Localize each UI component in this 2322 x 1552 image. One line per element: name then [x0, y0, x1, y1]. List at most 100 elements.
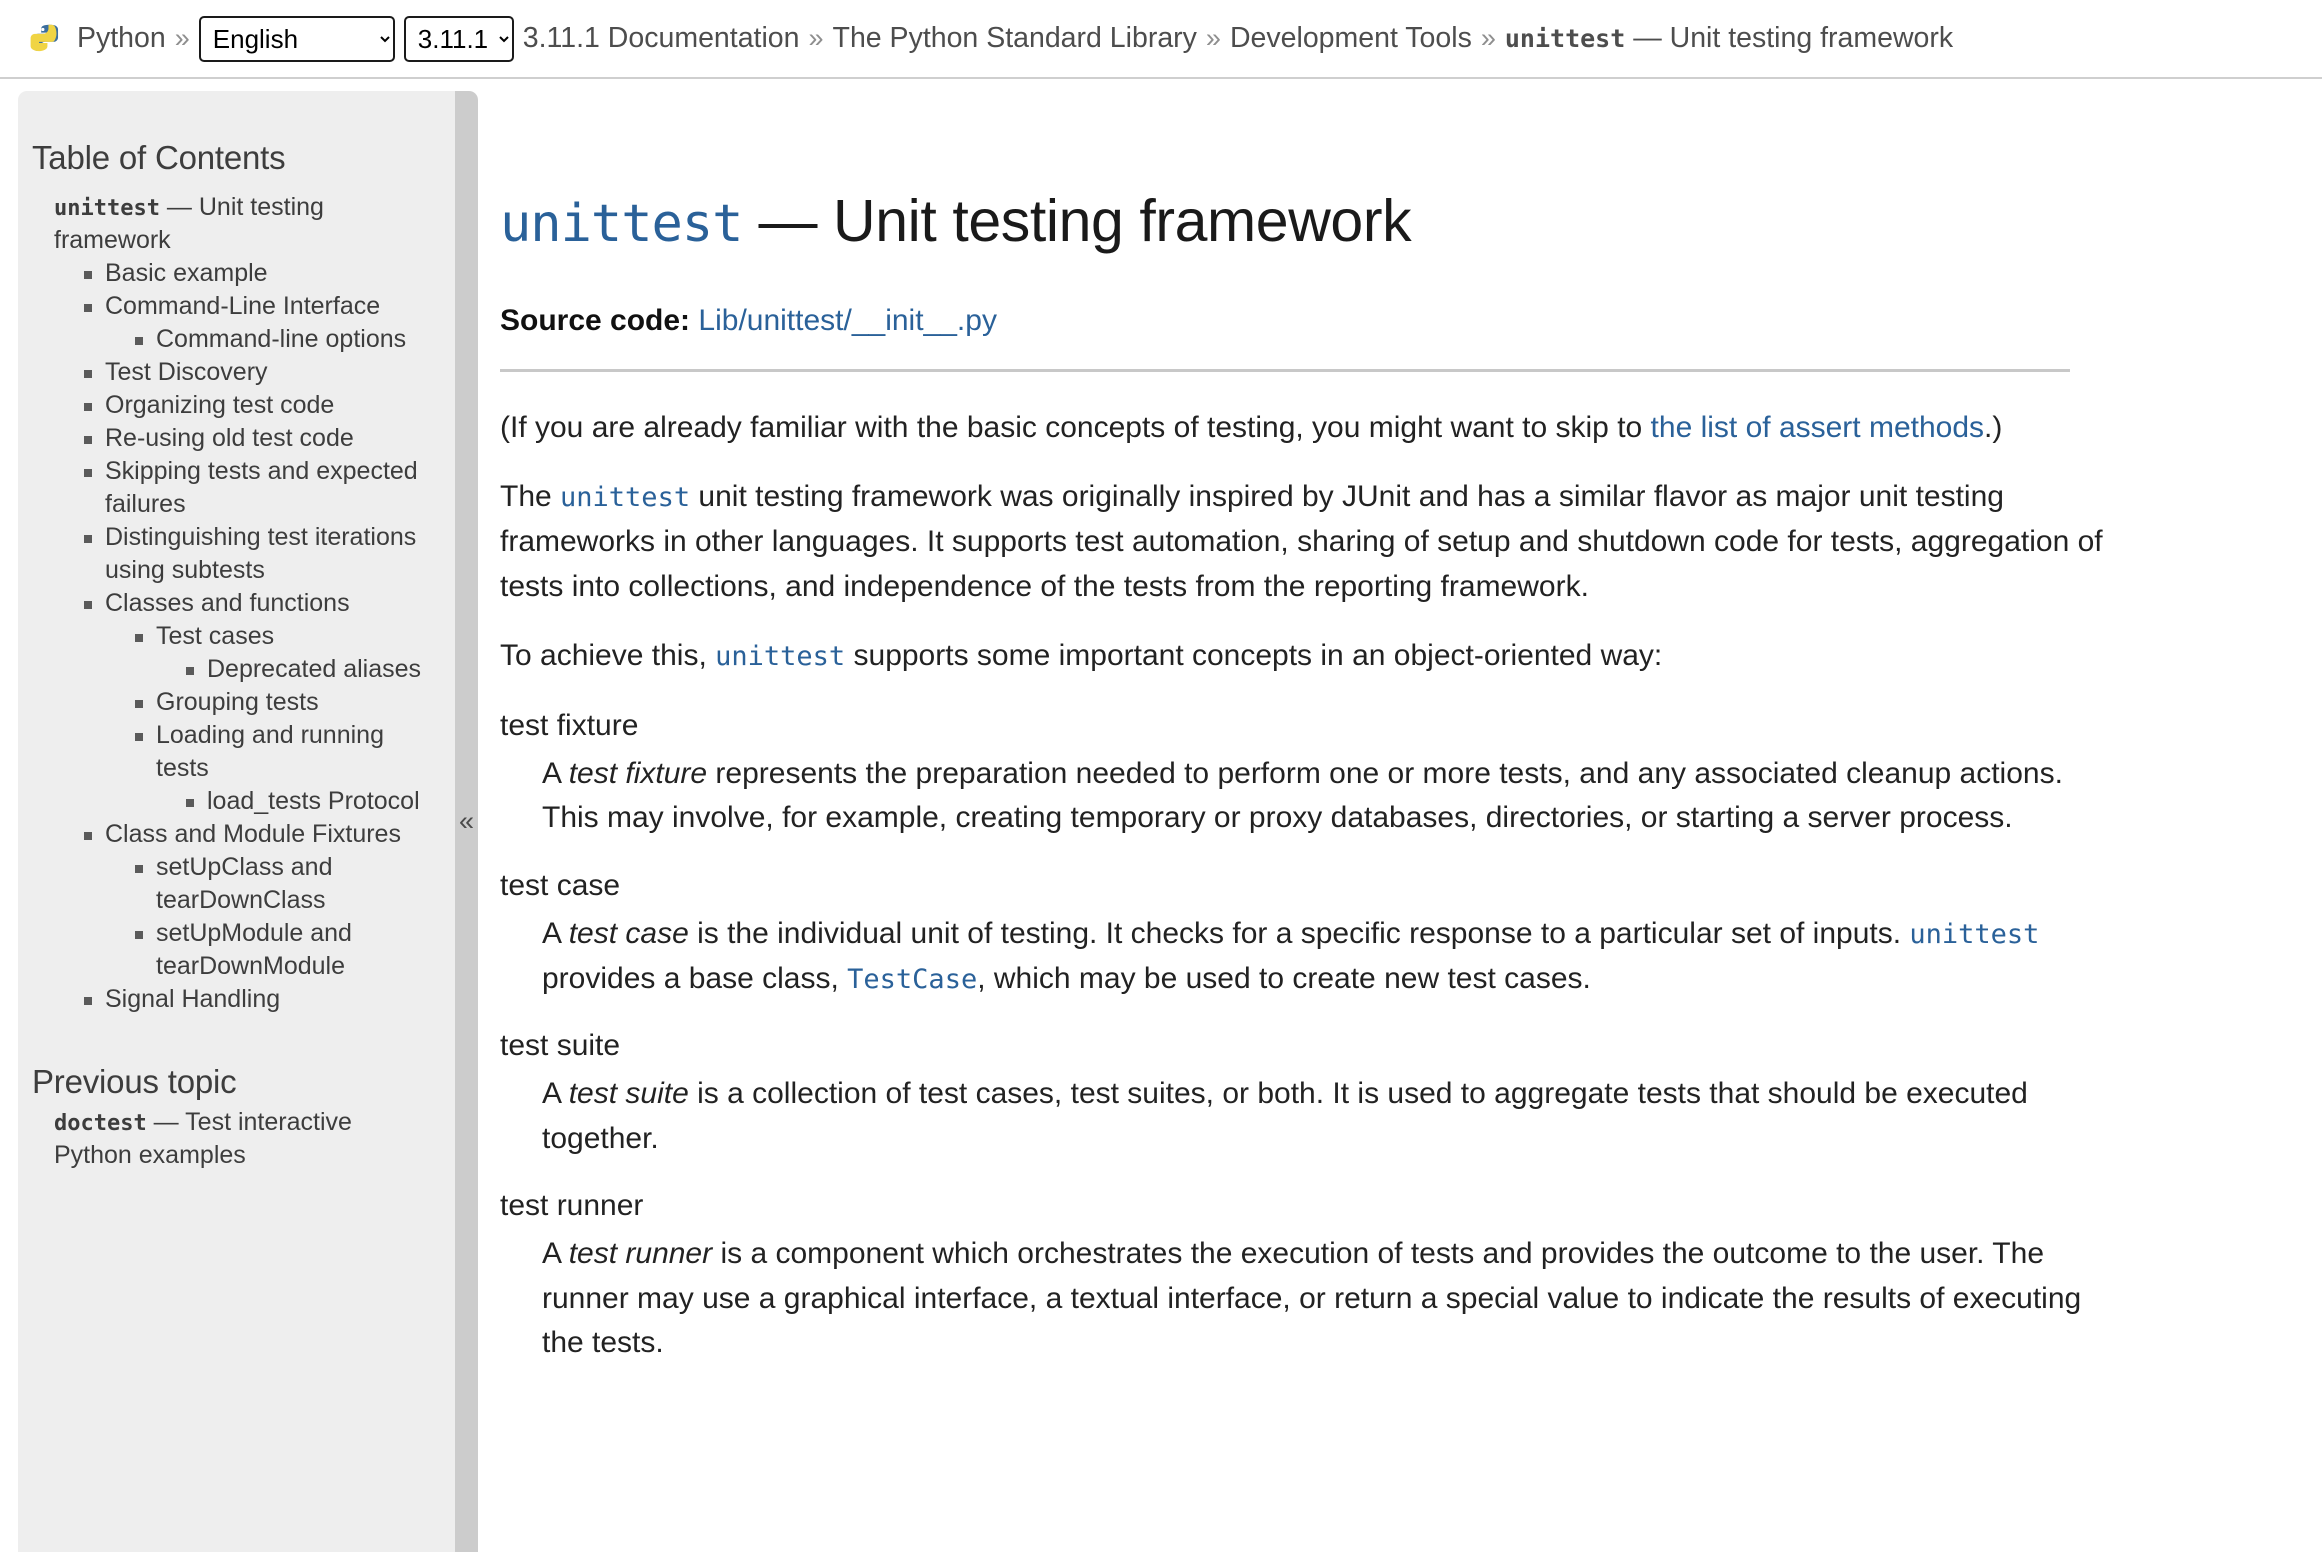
toc-link-skipping-tests[interactable]: Skipping tests and expected failures	[105, 457, 418, 518]
toc-root-code: unittest	[54, 196, 160, 221]
intro-text-before: (If you are already familiar with the ba…	[500, 410, 1651, 444]
version-select[interactable]: 3.11.1	[403, 15, 514, 62]
unittest-code-ref[interactable]: unittest	[1909, 919, 2039, 950]
breadcrumb-current-page: unittest — Unit testing framework	[1505, 22, 1953, 55]
list-item[interactable]: Grouping tests	[133, 686, 435, 719]
sidebar-column: Table of Contents unittest — Unit testin…	[0, 79, 478, 1552]
toc-link-test-cases[interactable]: Test cases	[156, 622, 274, 650]
intro-text-after: .)	[1984, 410, 2003, 444]
previous-topic-link[interactable]: doctest — Test interactive Python exampl…	[54, 1108, 352, 1169]
source-code-label: Source code:	[500, 303, 691, 337]
para2-part2: unit testing framework was originally in…	[500, 480, 2103, 603]
toc-level3-list: Deprecated aliases	[156, 653, 435, 686]
toc-root-item[interactable]: unittest — Unit testing framework Basic …	[54, 191, 435, 1016]
toc-link-setupclass-teardownclass[interactable]: setUpClass and tearDownClass	[156, 853, 332, 914]
toc-list: unittest — Unit testing framework Basic …	[32, 191, 435, 1016]
sidebar-collapse-handle[interactable]: «	[455, 91, 478, 1552]
toc-link-setupmodule-teardownmodule[interactable]: setUpModule and tearDownModule	[156, 919, 352, 980]
previous-topic-body: doctest — Test interactive Python exampl…	[32, 1106, 435, 1172]
def2-b: is a collection of test cases, test suit…	[542, 1076, 2028, 1155]
toc-link-signal-handling[interactable]: Signal Handling	[105, 985, 280, 1013]
toc-level2-list: Command-line options	[105, 323, 435, 356]
list-item[interactable]: Command-line options	[133, 323, 435, 356]
list-item[interactable]: Re-using old test code	[82, 422, 435, 455]
toc-link-command-line-options[interactable]: Command-line options	[156, 325, 406, 353]
glossary-term-test-runner: test runner	[500, 1189, 644, 1223]
toc-level1-list: Basic example Command-Line Interface Com…	[54, 257, 435, 1016]
toc-link-basic-example[interactable]: Basic example	[105, 259, 268, 287]
list-item[interactable]: setUpClass and tearDownClass	[133, 851, 435, 917]
breadcrumb-stdlib-link[interactable]: The Python Standard Library	[833, 22, 1197, 55]
source-code-line: Source code: Lib/unittest/__init__.py	[500, 299, 2125, 344]
toc-root-link[interactable]: unittest — Unit testing framework	[54, 193, 324, 254]
toc-link-test-discovery[interactable]: Test Discovery	[105, 358, 268, 386]
page-body: Table of Contents unittest — Unit testin…	[0, 79, 2322, 1552]
toc-link-class-and-module-fixtures[interactable]: Class and Module Fixtures	[105, 820, 401, 848]
def0-a: A	[542, 756, 569, 790]
toc-link-organizing-test-code[interactable]: Organizing test code	[105, 391, 334, 419]
list-item[interactable]: Skipping tests and expected failures	[82, 455, 435, 521]
toc-link-load-tests-protocol[interactable]: load_tests Protocol	[207, 787, 420, 815]
list-item[interactable]: Signal Handling	[82, 983, 435, 1016]
list-item[interactable]: setUpModule and tearDownModule	[133, 917, 435, 983]
list-item[interactable]: Distinguishing test iterations using sub…	[82, 521, 435, 587]
toc-link-reusing-old-test-code[interactable]: Re-using old test code	[105, 424, 354, 452]
list-item[interactable]: Command-Line Interface Command-line opti…	[82, 290, 435, 356]
toc-link-distinguishing-subtests[interactable]: Distinguishing test iterations using sub…	[105, 523, 416, 584]
toc-link-loading-and-running-tests[interactable]: Loading and running tests	[156, 721, 384, 782]
list-item[interactable]: load_tests Protocol	[184, 785, 435, 818]
def3-em: test runner	[568, 1236, 713, 1270]
glossary-term-test-fixture: test fixture	[500, 709, 639, 743]
toc-level2-list: setUpClass and tearDownClass setUpModule…	[105, 851, 435, 983]
def3-a: A	[542, 1236, 569, 1270]
def1-a: A	[542, 916, 569, 950]
list-item[interactable]: Basic example	[82, 257, 435, 290]
breadcrumb-devtools-link[interactable]: Development Tools	[1230, 22, 1472, 55]
list-item[interactable]: Classes and functions Test cases Depreca…	[82, 587, 435, 818]
list-item[interactable]: Organizing test code	[82, 389, 435, 422]
top-navigation-bar: Python » English 3.11.1 3.11.1 Documenta…	[0, 0, 2322, 79]
unittest-code-ref[interactable]: unittest	[560, 482, 690, 513]
list-item[interactable]: Class and Module Fixtures setUpClass and…	[82, 818, 435, 983]
list-item[interactable]: Deprecated aliases	[184, 653, 435, 686]
def0-em: test fixture	[568, 756, 708, 790]
page-title: unittest — Unit testing framework	[500, 188, 2125, 254]
toc-link-command-line-interface[interactable]: Command-Line Interface	[105, 292, 380, 320]
breadcrumb-separator: »	[808, 23, 824, 53]
def1-d: , which may be used to create new test c…	[977, 961, 1591, 995]
page-title-rest: — Unit testing framework	[758, 188, 1412, 254]
content-divider	[500, 368, 2070, 372]
chevron-double-left-icon: «	[458, 806, 475, 836]
list-item[interactable]: Test cases Deprecated aliases	[133, 620, 435, 686]
def0-b: represents the preparation needed to per…	[542, 756, 2063, 835]
unittest-code-ref[interactable]: unittest	[715, 641, 845, 672]
glossary-def-test-runner: A test runner is a component which orche…	[542, 1232, 2125, 1366]
intro-paragraph: (If you are already familiar with the ba…	[500, 406, 2125, 451]
breadcrumb-separator: »	[1205, 23, 1221, 53]
assert-methods-link[interactable]: the list of assert methods	[1651, 411, 1985, 444]
testcase-code-ref[interactable]: TestCase	[847, 964, 977, 995]
main-content-column: unittest — Unit testing framework Source…	[460, 79, 2322, 1389]
python-logo-icon[interactable]	[30, 22, 64, 56]
toc-link-classes-and-functions[interactable]: Classes and functions	[105, 589, 350, 617]
glossary-term-test-case: test case	[500, 869, 621, 903]
def1-c: provides a base class,	[542, 961, 848, 995]
def2-a: A	[542, 1076, 569, 1110]
toc-link-deprecated-aliases[interactable]: Deprecated aliases	[207, 655, 421, 683]
breadcrumb-separator: »	[1480, 23, 1496, 53]
list-item[interactable]: Loading and running tests load_tests Pro…	[133, 719, 435, 818]
para2-part1: The	[500, 480, 561, 514]
para3-part2: supports some important concepts in an o…	[845, 639, 1663, 673]
breadcrumb-documentation-link[interactable]: 3.11.1 Documentation	[523, 22, 800, 55]
def2-em: test suite	[568, 1076, 689, 1110]
source-code-link[interactable]: Lib/unittest/__init__.py	[698, 304, 997, 337]
language-select[interactable]: English	[198, 15, 395, 62]
python-home-link[interactable]: Python	[77, 22, 166, 55]
toc-link-grouping-tests[interactable]: Grouping tests	[156, 688, 319, 716]
list-item[interactable]: Test Discovery	[82, 356, 435, 389]
glossary-def-test-fixture: A test fixture represents the preparatio…	[542, 752, 2125, 841]
previous-topic-heading: Previous topic	[32, 1063, 237, 1100]
toc-level3-list: load_tests Protocol	[156, 785, 435, 818]
breadcrumb-current-rest: — Unit testing framework	[1633, 22, 1954, 54]
toc-level2-list: Test cases Deprecated aliases Grouping t…	[105, 620, 435, 818]
